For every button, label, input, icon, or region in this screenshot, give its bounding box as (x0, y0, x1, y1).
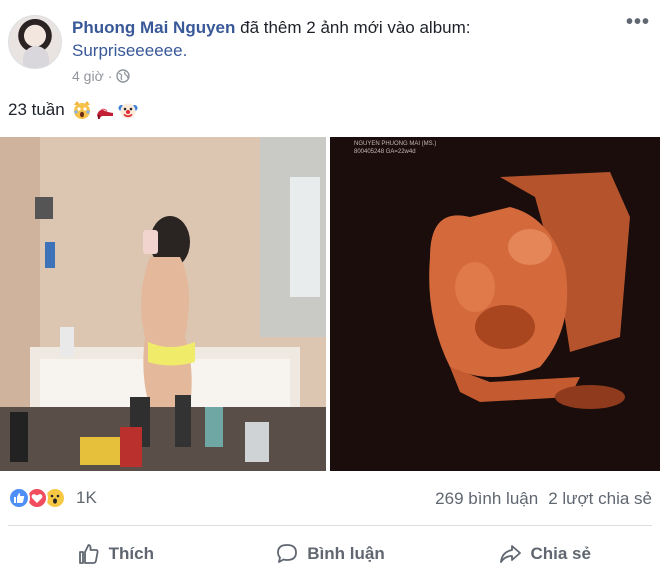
post-action-text: đã thêm 2 ảnh mới vào album: (240, 18, 471, 37)
ultrasound-overlay-text-2: 800405248 GA=22w4d (354, 149, 416, 155)
share-button-label: Chia sẻ (530, 544, 591, 563)
bathroom-selfie-photo[interactable] (0, 137, 326, 471)
like-button[interactable]: Thích (8, 530, 223, 578)
more-icon: ••• (625, 11, 650, 33)
post-stats: 269 bình luận 2 lượt chia sẻ (435, 489, 652, 509)
post-header: Phuong Mai Nguyen đã thêm 2 ảnh mới vào … (8, 8, 652, 88)
high-heel-emoji-icon (96, 108, 113, 119)
action-divider (8, 525, 652, 526)
reactions-summary[interactable]: 1K (8, 487, 97, 509)
share-button[interactable]: Chia sẻ (437, 530, 652, 578)
reaction-count: 1K (76, 488, 97, 507)
comments-count-link[interactable]: 269 bình luận (435, 489, 538, 509)
like-button-label: Thích (108, 544, 154, 563)
action-bar: Thích Bình luận Chia sẻ (8, 530, 652, 578)
comment-icon (277, 544, 298, 563)
globe-icon[interactable] (116, 69, 131, 83)
comment-button-label: Bình luận (307, 544, 385, 563)
shares-count-link[interactable]: 2 lượt chia sẻ (548, 489, 652, 509)
post-meta: 4 giờ · (72, 68, 131, 84)
status-text: 23 tuần (8, 100, 65, 119)
like-reaction-icon (8, 487, 30, 509)
clown-emoji-icon (118, 103, 138, 119)
ultrasound-overlay-text-1: NGUYEN PHUONG MAI (MS.) (354, 141, 436, 147)
post-status: 23 tuần (8, 98, 138, 122)
scream-cat-emoji-icon (73, 101, 90, 119)
post-timestamp[interactable]: 4 giờ (72, 68, 104, 84)
thumbs-up-icon (78, 544, 99, 564)
meta-separator: · (107, 68, 113, 84)
album-name-link[interactable]: Surpriseeeeee. (72, 40, 187, 62)
post-title-line: Phuong Mai Nguyen đã thêm 2 ảnh mới vào … (72, 17, 471, 39)
ultrasound-photo-art: NGUYEN PHUONG MAI (MS.) 800405248 GA=22w… (330, 137, 660, 471)
share-arrow-icon (500, 545, 522, 563)
more-options-button[interactable]: ••• (624, 12, 652, 32)
comment-button[interactable]: Bình luận (223, 530, 438, 578)
avatar[interactable] (8, 15, 62, 69)
ultrasound-3d-photo[interactable]: NGUYEN PHUONG MAI (MS.) 800405248 GA=22w… (330, 137, 660, 471)
bathroom-photo-art (0, 137, 326, 471)
author-name-link[interactable]: Phuong Mai Nguyen (72, 18, 235, 37)
